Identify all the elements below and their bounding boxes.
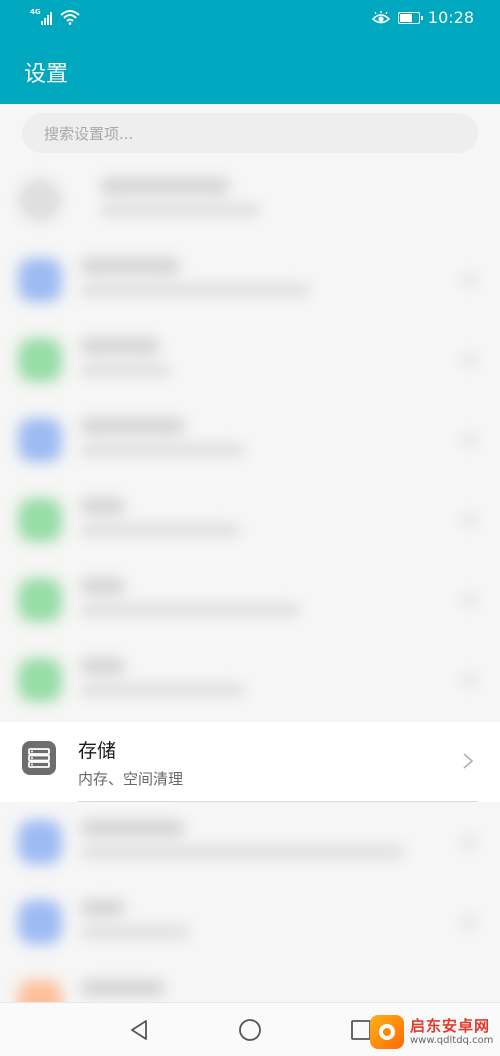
watermark: 启东安卓网 www.qdltdq.com [370,1012,500,1052]
watermark-name: 启东安卓网 [410,1017,491,1036]
list-item [0,160,500,240]
network-type: 4G [30,8,41,16]
settings-item-icon [18,258,62,302]
settings-item-icon [18,418,62,462]
blurred-settings-list [0,160,500,1010]
list-item [0,240,500,320]
settings-item-storage[interactable]: 存储 内存、空间清理 [0,722,500,802]
page-title: 设置 [24,62,69,87]
back-icon[interactable] [126,1017,152,1043]
cellular-signal-icon: 4G [30,9,52,25]
watermark-url: www.qdltdq.com [410,1034,494,1046]
settings-item-subtitle: 内存、空间清理 [78,770,184,788]
list-item [0,640,500,720]
settings-item-icon [18,900,62,944]
list-item [0,802,500,882]
battery-icon [397,11,423,24]
list-item [0,480,500,560]
clock: 10:28 [427,8,474,27]
settings-item-icon [18,658,62,702]
list-item [0,400,500,480]
divider [78,801,478,802]
storage-icon [22,741,56,775]
avatar [18,178,62,222]
search-input[interactable]: 搜索设置项... [22,113,478,153]
list-item [0,882,500,962]
status-bar: 4G 10:28 [0,0,500,40]
settings-item-title: 存储 [78,740,117,762]
home-icon[interactable] [237,1017,263,1043]
settings-item-icon [18,578,62,622]
chevron-right-icon [463,753,474,769]
settings-item-icon [18,338,62,382]
list-item [0,560,500,640]
watermark-logo-icon [370,1015,404,1049]
search-placeholder: 搜索设置项... [44,125,134,143]
settings-item-icon [18,498,62,542]
list-item [0,320,500,400]
settings-item-icon [18,820,62,864]
app-bar: 设置 [0,40,500,104]
eye-comfort-icon [371,10,390,23]
wifi-icon [60,10,80,25]
